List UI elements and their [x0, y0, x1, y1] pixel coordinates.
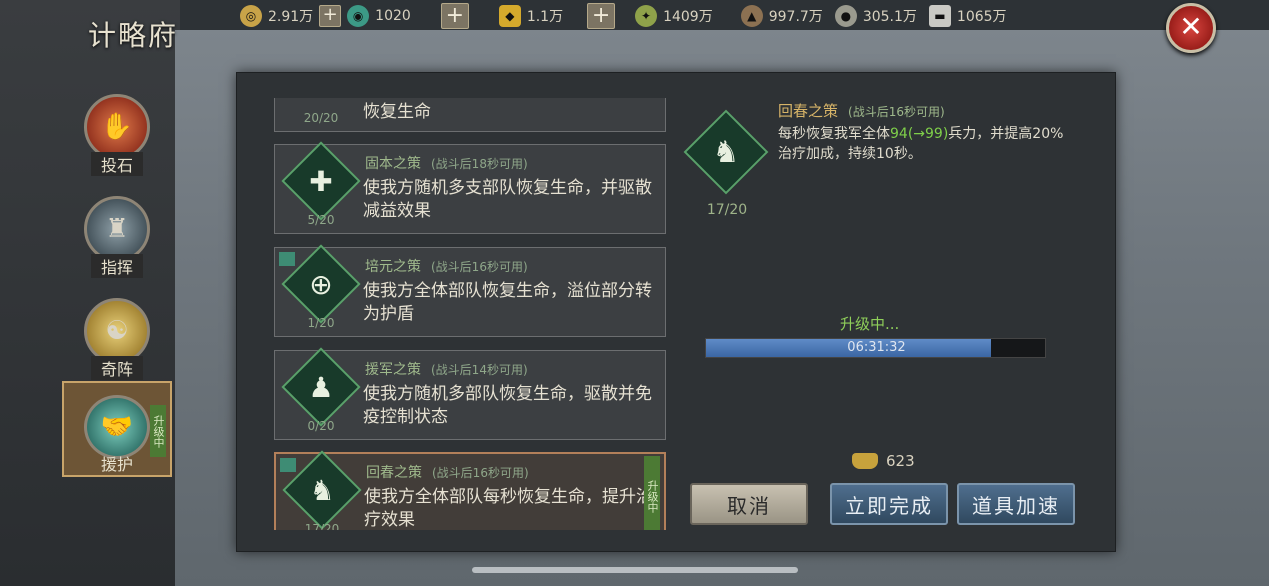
list-item[interactable]: ⊕ 1/20 培元之策 (战斗后16秒可用) 使我方全体部队恢复生命，溢位部分转为…	[274, 244, 666, 337]
upgrading-tag: 升级中	[644, 456, 660, 530]
resource-stone: ● 305.1万	[834, 5, 923, 27]
strategy-level: 1/20	[307, 316, 335, 330]
strategy-name: 援军之策 (战斗后14秒可用)	[365, 362, 528, 378]
strategy-description: 使我方全体部队每秒恢复生命，提升治疗效果	[364, 487, 653, 530]
strategy-level: 5/20	[307, 213, 335, 227]
strategy-description: 使我方随机多支部队恢复生命，并驱散减益效果	[363, 178, 652, 221]
cancel-button[interactable]: 取消	[690, 483, 808, 525]
cross-shield-icon: ⊕	[309, 267, 333, 301]
list-item[interactable]: ♟ 0/20 援军之策 (战斗后14秒可用) 使我方随机多部队恢复生命，驱散并免疫…	[274, 347, 666, 440]
commander-icon: ♜	[84, 196, 150, 262]
strategy-description: 恢复生命	[363, 102, 431, 122]
add-gold-button[interactable]: +	[587, 3, 616, 29]
strategy-name: 回春之策 (战斗后16秒可用)	[366, 465, 529, 481]
strategy-description: 使我方随机多部队恢复生命，驱散并免疫控制状态	[363, 384, 652, 427]
detail-name: 回春之策 (战斗后16秒可用)	[778, 102, 945, 120]
resource-coin: ◎ 2.91万 +	[240, 5, 342, 27]
sidebar-item-label: 投石	[90, 152, 143, 176]
add-jade-button[interactable]: +	[440, 3, 469, 29]
list-item-selected[interactable]: ♞ 17/20 回春之策 (战斗后16秒可用) 使我方全体部队每秒恢复生命，提升治…	[274, 450, 666, 530]
gold-ingot-icon: ◆	[498, 5, 521, 27]
strategy-level: 0/20	[307, 419, 335, 433]
strategy-description: 使我方全体部队恢复生命，溢位部分转为护盾	[363, 281, 652, 324]
cost-value: 623	[886, 452, 915, 470]
resource-value: 1020	[375, 8, 411, 24]
list-item[interactable]: ✚ 5/20 固本之策 (战斗后18秒可用) 使我方随机多支部队恢复生命，并驱散减…	[274, 141, 666, 234]
upgrade-status: 升级中...	[840, 315, 900, 333]
upgrade-timer: 06:31:32	[847, 340, 906, 355]
iron-icon: ▬	[928, 5, 951, 27]
detail-level: 17/20	[706, 202, 748, 218]
soldier-icon: ♟	[308, 370, 334, 404]
sidebar-item-support[interactable]: 🤝 援护 升级中	[62, 381, 172, 477]
cross-plus-icon: ✚	[309, 164, 333, 198]
stone-icon: ●	[834, 5, 857, 27]
item-speedup-button[interactable]: 道具加速	[957, 483, 1075, 525]
resource-value: 2.91万	[268, 9, 314, 25]
resource-value: 997.7万	[768, 9, 823, 25]
strategy-level: 17/20	[304, 522, 340, 530]
grain-icon: ✦	[635, 5, 658, 27]
list-item[interactable]: 20/20 恢复生命	[274, 98, 666, 132]
close-button[interactable]: ✕	[1166, 3, 1216, 53]
resource-wood: ▲ 997.7万	[740, 5, 829, 27]
catapult-icon: ✋	[84, 94, 150, 160]
finish-now-button[interactable]: 立即完成	[830, 483, 948, 525]
resource-jade: ◉ 1020 +	[347, 3, 469, 29]
resource-value: 1409万	[663, 9, 713, 25]
jade-icon: ◉	[347, 5, 370, 27]
warrior-icon: ♞	[309, 473, 335, 507]
resource-value: 1.1万	[526, 9, 564, 25]
resource-value: 305.1万	[862, 9, 917, 25]
upgrade-progress-bar: 06:31:32	[705, 338, 1046, 358]
add-coin-button[interactable]: +	[319, 5, 342, 27]
detail-description: 每秒恢复我军全体94(→99)兵力，并提高20%治疗加成，持续10秒。	[778, 126, 1064, 162]
gold-ingot-icon	[852, 453, 878, 469]
resource-iron: ▬ 1065万	[928, 5, 1013, 27]
coin-icon: ◎	[240, 5, 262, 27]
sidebar-item-formation[interactable]: ☯ 奇阵	[62, 292, 172, 382]
sidebar-item-command[interactable]: ♜ 指挥	[62, 190, 172, 280]
taiji-icon: ☯	[84, 298, 150, 364]
sidebar-item-catapult[interactable]: ✋ 投石	[62, 88, 172, 178]
resource-gold: ◆ 1.1万 +	[498, 3, 616, 29]
wood-icon: ▲	[740, 5, 763, 27]
warrior-icon: ♞	[712, 134, 740, 170]
strategy-level: 20/20	[303, 111, 339, 125]
strategy-name: 固本之策 (战斗后18秒可用)	[365, 156, 528, 172]
resource-value: 1065万	[956, 9, 1007, 25]
heal-hands-icon: 🤝	[84, 395, 150, 459]
home-indicator[interactable]	[472, 567, 798, 573]
resource-grain: ✦ 1409万	[635, 5, 719, 27]
cost-display: 623	[852, 452, 915, 470]
sidebar-item-label: 指挥	[90, 254, 143, 278]
strategy-name: 培元之策 (战斗后16秒可用)	[365, 259, 528, 275]
resource-bar: ◎ 2.91万 + ◉ 1020 + ◆ 1.1万 + ✦ 1409万 ▲ 99…	[240, 0, 1140, 32]
strategy-list[interactable]: 20/20 恢复生命 ✚ 5/20 固本之策 (战斗后18秒可用) 使我方随机多支…	[274, 98, 666, 530]
sidebar-item-label: 援护	[100, 455, 133, 474]
upgrading-tag: 升级中	[150, 405, 166, 457]
sidebar-item-label: 奇阵	[90, 356, 143, 380]
page-title: 计略府	[88, 19, 179, 52]
